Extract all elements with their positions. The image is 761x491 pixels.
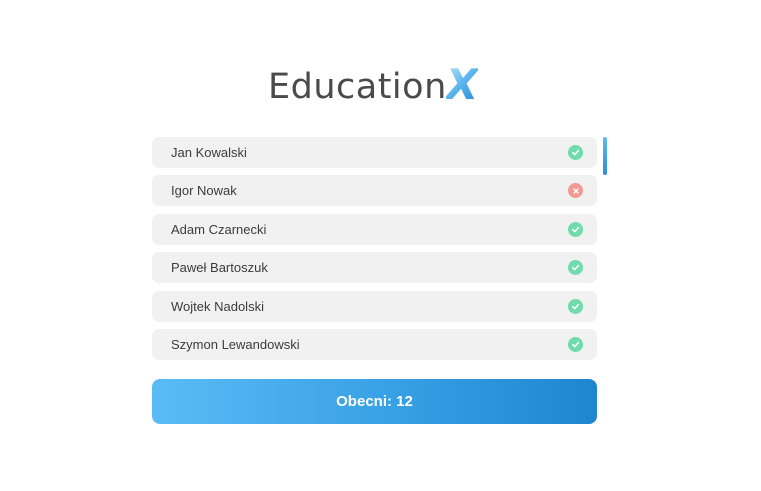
attendance-summary-button[interactable]: Obecni: 12 xyxy=(152,379,597,424)
student-name: Szymon Lewandowski xyxy=(171,336,300,352)
check-icon[interactable] xyxy=(568,336,583,352)
student-name: Adam Czarnecki xyxy=(171,221,267,237)
check-icon[interactable] xyxy=(568,221,583,237)
student-row[interactable]: Wojtek Nadolski xyxy=(152,290,597,322)
student-name: Wojtek Nadolski xyxy=(171,298,264,314)
student-row[interactable]: Szymon Lewandowski xyxy=(152,328,597,360)
logo-text: Education xyxy=(268,67,447,107)
check-icon[interactable] xyxy=(568,260,583,276)
logo-x-mark: X xyxy=(445,60,479,109)
student-list: Jan Kowalski Igor Nowak Adam Czarnecki P… xyxy=(152,137,597,367)
x-icon[interactable] xyxy=(568,183,583,199)
student-row[interactable]: Adam Czarnecki xyxy=(152,213,597,245)
student-name: Paweł Bartoszuk xyxy=(171,260,268,276)
check-icon[interactable] xyxy=(568,145,583,160)
attendance-summary-label: Obecni: 12 xyxy=(336,393,413,410)
list-scrollbar[interactable] xyxy=(603,137,607,175)
student-name: Jan Kowalski xyxy=(171,145,247,160)
student-row[interactable]: Paweł Bartoszuk xyxy=(152,252,597,284)
student-name: Igor Nowak xyxy=(171,183,237,199)
student-row[interactable]: Jan Kowalski xyxy=(152,137,597,168)
student-row[interactable]: Igor Nowak xyxy=(152,175,597,207)
check-icon[interactable] xyxy=(568,298,583,314)
app-logo: Education X xyxy=(268,60,498,109)
